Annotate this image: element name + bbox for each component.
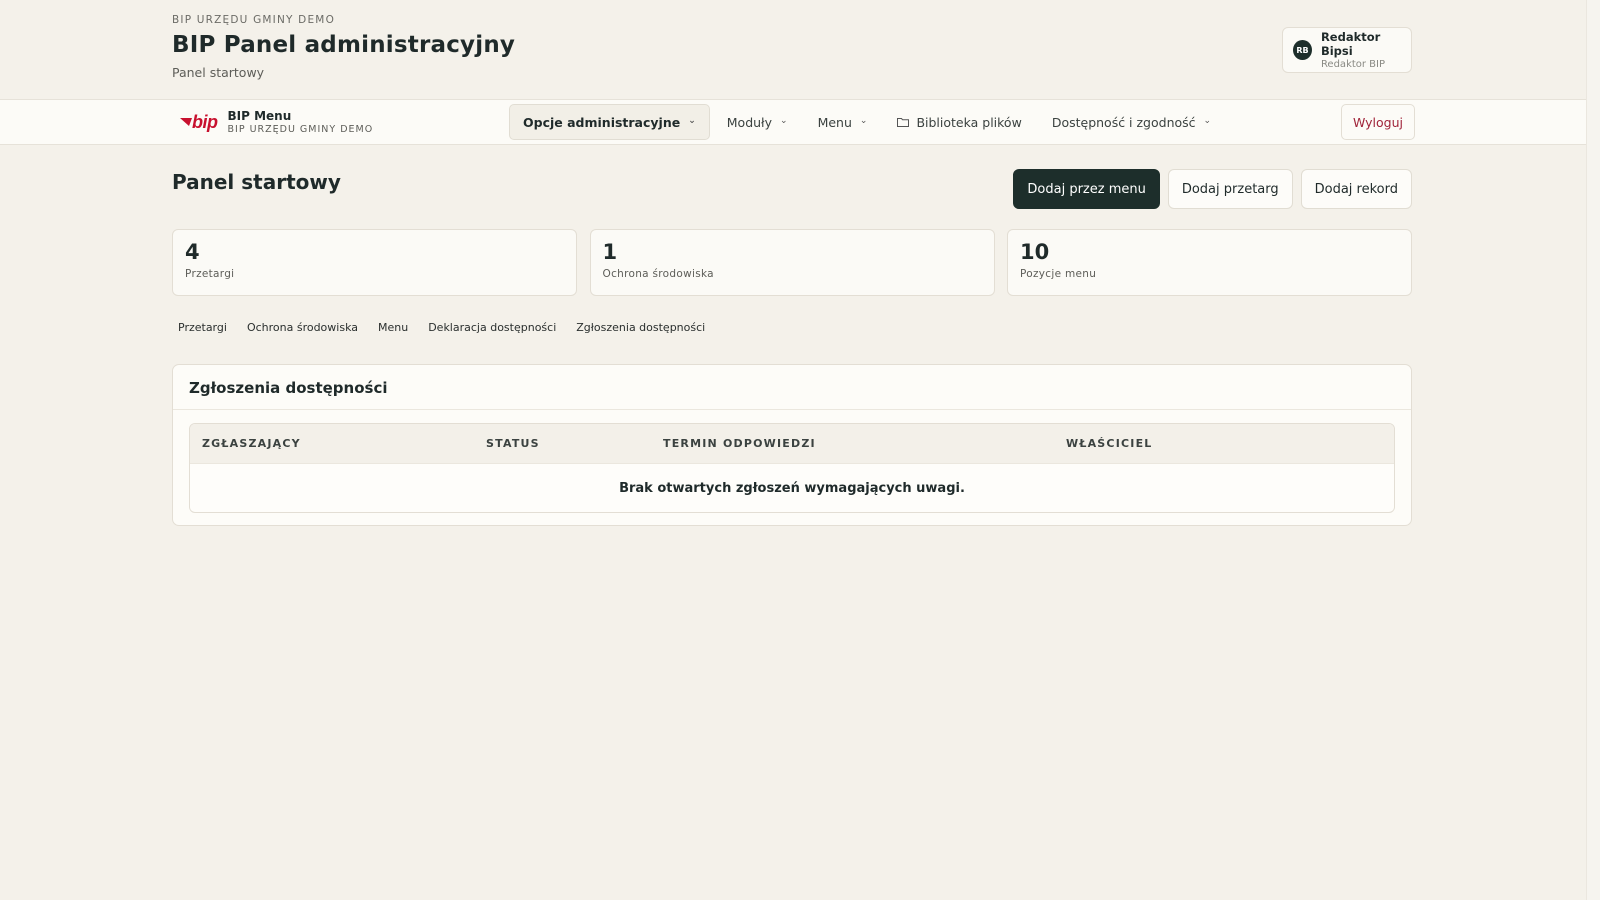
nav-item-label: Dostępność i zgodność <box>1051 114 1196 130</box>
main-navbar: bip BIP Menu BIP URZĘDU GMINY DEMO Opcje… <box>0 99 1586 145</box>
quick-links: Przetargi Ochrona środowiska Menu Deklar… <box>172 321 719 334</box>
stat-label: Przetargi <box>185 268 235 280</box>
page-title: Panel startowy <box>172 170 341 194</box>
org-kicker: BIP URZĘDU GMINY DEMO <box>172 14 336 26</box>
stat-label: Ochrona środowiska <box>602 268 714 280</box>
brand-subtitle: BIP URZĘDU GMINY DEMO <box>227 124 374 135</box>
user-name: Redaktor Bipsi <box>1320 30 1381 58</box>
bip-logo-text: bip <box>192 111 218 132</box>
column-header-owner[interactable]: WŁAŚCICIEL <box>1066 437 1153 450</box>
nav-accessibility[interactable]: Dostępność i zgodność ⌄ <box>1039 104 1224 140</box>
bip-flag-icon <box>180 118 192 126</box>
stats-row: 4 Przetargi 1 Ochrona środowiska 10 Pozy… <box>172 229 1412 296</box>
brand-name: BIP Menu <box>227 109 292 123</box>
bip-logo: bip <box>180 112 218 133</box>
logout-button[interactable]: Wyloguj <box>1341 104 1415 140</box>
stat-card-menu-items[interactable]: 10 Pozycje menu <box>1007 229 1412 296</box>
table-header: ZGŁASZAJĄCY STATUS TERMIN ODPOWIEDZI WŁA… <box>190 424 1394 464</box>
quick-link-environment[interactable]: Ochrona środowiska <box>241 321 364 334</box>
nav-admin-options[interactable]: Opcje administracyjne ⌄ <box>509 104 710 140</box>
accessibility-reports-panel: Zgłoszenia dostępności ZGŁASZAJĄCY STATU… <box>172 364 1412 526</box>
app-title: BIP Panel administracyjny <box>172 32 516 58</box>
add-record-button[interactable]: Dodaj rekord <box>1300 169 1412 209</box>
column-header-reporter[interactable]: ZGŁASZAJĄCY <box>202 437 301 450</box>
nav-menu: Opcje administracyjne ⌄ Moduły ⌄ Menu ⌄ … <box>509 104 1228 140</box>
stat-card-environment[interactable]: 1 Ochrona środowiska <box>589 229 995 296</box>
stat-label: Pozycje menu <box>1020 268 1097 280</box>
nav-item-label: Opcje administracyjne <box>523 114 681 130</box>
user-menu[interactable]: RB Redaktor Bipsi Redaktor BIP <box>1282 27 1412 73</box>
stat-value: 4 <box>185 240 200 264</box>
app-subtitle: Panel startowy <box>172 65 265 80</box>
page-scrollbar[interactable] <box>1586 0 1600 900</box>
brand[interactable]: bip BIP Menu BIP URZĘDU GMINY DEMO <box>180 109 373 135</box>
nav-item-label: Moduły <box>726 114 773 130</box>
reports-table: ZGŁASZAJĄCY STATUS TERMIN ODPOWIEDZI WŁA… <box>189 423 1395 513</box>
nav-item-label: Menu <box>817 114 852 130</box>
stat-card-tenders[interactable]: 4 Przetargi <box>172 229 577 296</box>
nav-menu-item[interactable]: Menu ⌄ <box>805 104 881 140</box>
chevron-down-icon: ⌄ <box>688 116 696 126</box>
avatar: RB <box>1293 40 1312 60</box>
add-via-menu-button[interactable]: Dodaj przez menu <box>1013 169 1160 209</box>
chevron-down-icon: ⌄ <box>859 116 868 126</box>
quick-link-accessibility-reports[interactable]: Zgłoszenia dostępności <box>570 321 711 334</box>
empty-state-message: Brak otwartych zgłoszeń wymagających uwa… <box>619 480 965 496</box>
quick-link-menu[interactable]: Menu <box>372 321 414 334</box>
column-header-deadline[interactable]: TERMIN ODPOWIEDZI <box>663 437 816 450</box>
top-header: BIP URZĘDU GMINY DEMO BIP Panel administ… <box>172 14 1412 84</box>
quick-link-accessibility-declaration[interactable]: Deklaracja dostępności <box>422 321 562 334</box>
nav-item-label: Biblioteka plików <box>916 114 1022 130</box>
panel-title: Zgłoszenia dostępności <box>173 365 1411 410</box>
stat-value: 10 <box>1020 240 1050 264</box>
nav-modules[interactable]: Moduły ⌄ <box>714 104 801 140</box>
page-actions: Dodaj przez menu Dodaj przetarg Dodaj re… <box>1005 169 1412 209</box>
nav-file-library[interactable]: Biblioteka plików <box>884 104 1034 140</box>
chevron-down-icon: ⌄ <box>1203 116 1212 126</box>
folder-icon <box>897 117 910 127</box>
column-header-status[interactable]: STATUS <box>486 437 540 450</box>
user-role: Redaktor BIP <box>1320 59 1386 70</box>
stat-value: 1 <box>602 240 618 264</box>
add-tender-button[interactable]: Dodaj przetarg <box>1167 169 1293 209</box>
quick-link-tenders[interactable]: Przetargi <box>172 321 233 334</box>
chevron-down-icon: ⌄ <box>780 116 788 126</box>
